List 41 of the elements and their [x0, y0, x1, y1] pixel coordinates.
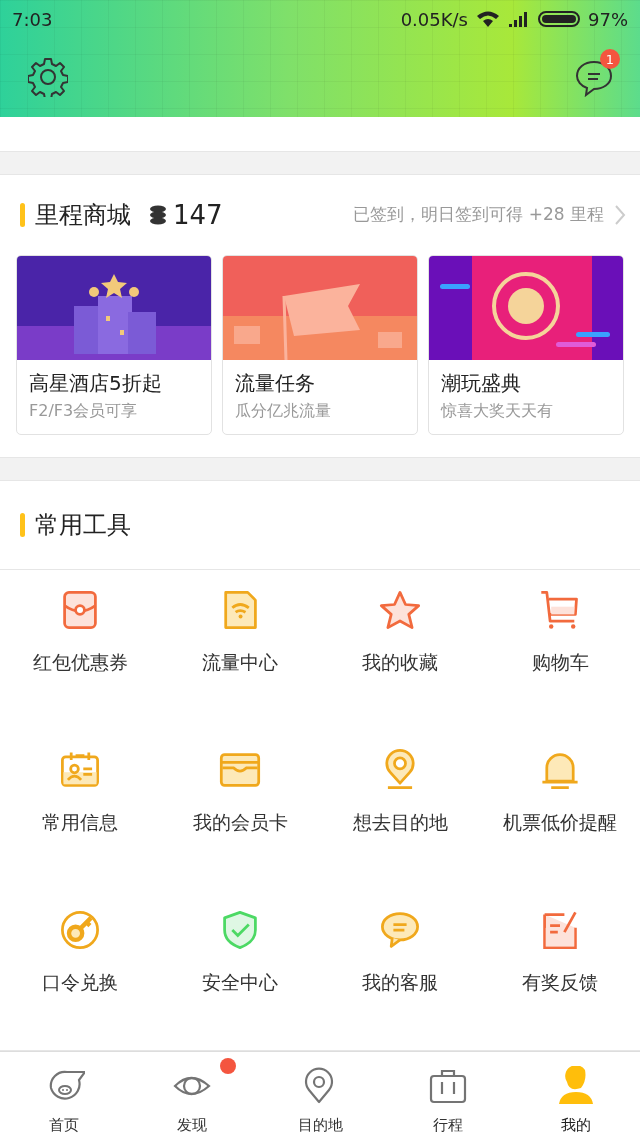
tool-label[interactable]: 我的客服: [362, 969, 438, 996]
tool-label[interactable]: 机票低价提醒: [503, 809, 617, 836]
tab-item[interactable]: 行程: [384, 1051, 512, 1138]
tool-label[interactable]: 我的收藏: [362, 649, 438, 676]
promo-subtitle: 惊喜大奖天天有: [441, 400, 554, 422]
promo-title: 潮玩盛典: [441, 369, 522, 397]
tab-item[interactable]: 发现: [128, 1051, 256, 1138]
promo-subtitle: 瓜分亿兆流量: [235, 400, 332, 422]
tool-label[interactable]: 红包优惠券: [32, 649, 128, 676]
status-time: 7:03: [12, 8, 53, 30]
tool-label[interactable]: 购物车: [531, 649, 589, 676]
tab-item[interactable]: 目的地: [256, 1051, 384, 1138]
promo-title: 高星酒店5折起: [29, 369, 163, 397]
chevron-right-icon[interactable]: [614, 203, 626, 226]
tool-label[interactable]: 流量中心: [202, 649, 278, 676]
signal-icon: [508, 10, 530, 28]
mileage-points: 147: [173, 199, 223, 230]
section-title: 常用工具: [35, 509, 131, 541]
promo-card[interactable]: 流量任务 瓜分亿兆流量: [222, 254, 418, 435]
network-speed: 0.05K/s: [400, 8, 468, 30]
tab-item[interactable]: 首页: [0, 1051, 128, 1138]
battery-level: 97%: [588, 8, 628, 30]
tool-label[interactable]: 有奖反馈: [522, 969, 598, 996]
tool-label[interactable]: 想去目的地: [352, 809, 448, 836]
promo-card[interactable]: 潮玩盛典 惊喜大奖天天有: [428, 254, 624, 435]
tool-label[interactable]: 安全中心: [202, 969, 278, 996]
coins-icon: [149, 204, 167, 225]
section-title: 里程商城: [35, 199, 131, 231]
notification-badge: 1: [600, 49, 620, 70]
section-marker: [20, 202, 25, 227]
promo-card[interactable]: 高星酒店5折起 F2/F3会员可享: [16, 254, 212, 435]
settings-icon[interactable]: [28, 57, 68, 98]
section-marker: [20, 512, 25, 537]
tool-label[interactable]: 口令兑换: [42, 969, 118, 996]
promo-subtitle: F2/F3会员可享: [29, 400, 139, 422]
battery-icon: [538, 10, 580, 28]
promo-title: 流量任务: [235, 369, 316, 397]
wifi-icon: [476, 10, 500, 28]
tool-label[interactable]: 常用信息: [42, 809, 118, 836]
tab-item[interactable]: 我的: [512, 1051, 640, 1138]
tool-label[interactable]: 我的会员卡: [192, 809, 288, 836]
